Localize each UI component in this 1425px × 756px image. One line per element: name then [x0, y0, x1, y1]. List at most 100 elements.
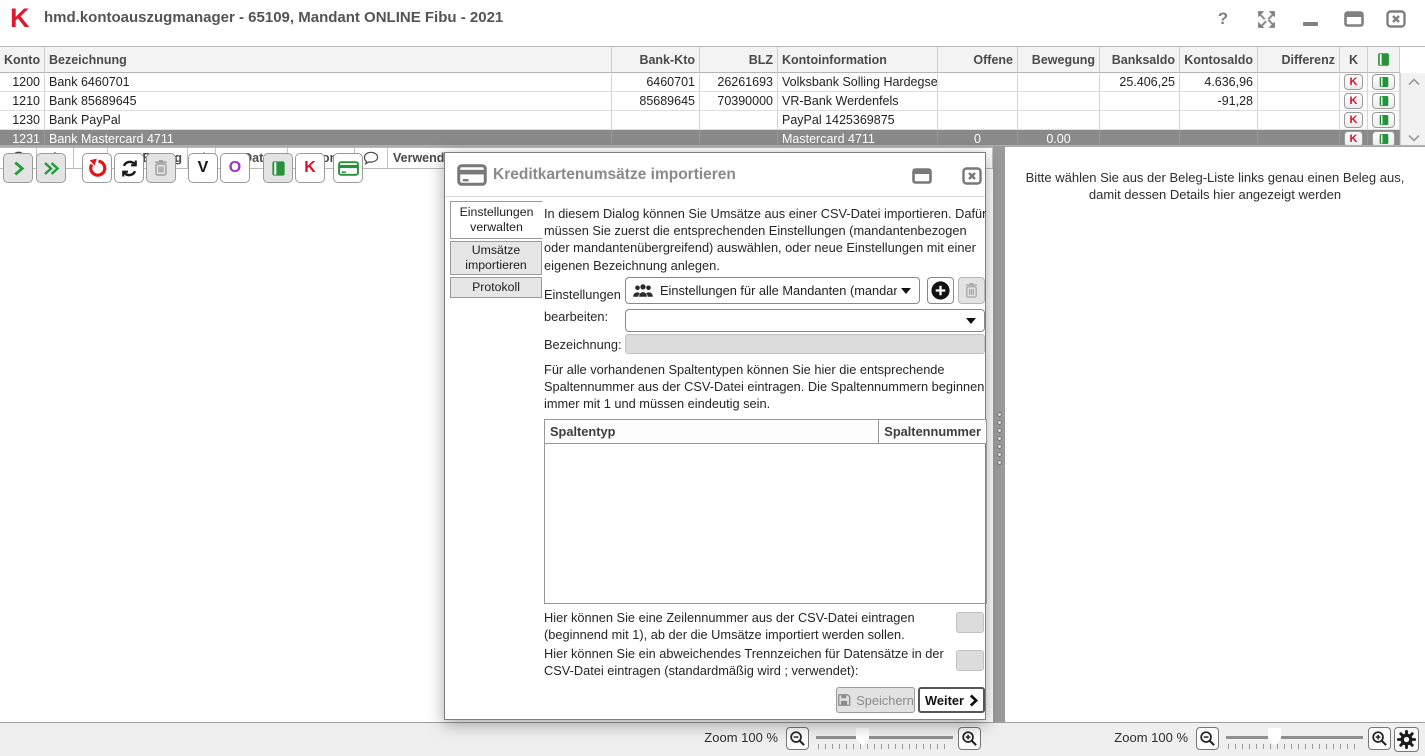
dialog-header: Kreditkartenumsätze importieren: [445, 153, 985, 197]
col-differenz: Differenz: [1258, 47, 1340, 73]
zoom-in-button-right[interactable]: [1368, 727, 1391, 750]
cell-offene: [938, 92, 1018, 111]
k-button[interactable]: K: [1344, 93, 1363, 109]
next-transaction-button[interactable]: [3, 153, 33, 183]
refresh-button[interactable]: [114, 153, 144, 183]
slider-ticks: [1228, 744, 1361, 749]
book-button[interactable]: [1372, 74, 1395, 90]
book-button[interactable]: [1372, 112, 1395, 128]
zoom-slider-right[interactable]: [1226, 727, 1363, 753]
k-button[interactable]: K: [1344, 74, 1363, 90]
trennzeichen-text: Hier können Sie ein abweichendes Trennze…: [544, 645, 946, 679]
fullscreen-icon: [1256, 9, 1277, 30]
zoom-label-left: Zoom 100 %: [690, 730, 778, 745]
col-k: K: [1340, 47, 1368, 73]
book-button[interactable]: [1372, 93, 1395, 109]
account-row[interactable]: 1200 Bank 6460701 6460701 26261693 Volks…: [0, 73, 1400, 92]
settings-gear-button[interactable]: [1394, 727, 1419, 752]
v-letter: V: [198, 159, 209, 177]
cell-blz: [700, 130, 778, 146]
book-icon: [1378, 133, 1390, 145]
account-row[interactable]: 1230 Bank PayPal PayPal 1425369875 K: [0, 111, 1400, 130]
k-letter: K: [304, 159, 316, 177]
cell-banksaldo: [1100, 111, 1180, 130]
close-button[interactable]: [1383, 7, 1409, 31]
col-blz: BLZ: [700, 47, 778, 73]
settings-selection-dropdown[interactable]: [625, 309, 985, 332]
k-button[interactable]: K: [1344, 131, 1363, 146]
o-filter-button[interactable]: O: [220, 153, 250, 183]
col-offene: Offene: [938, 47, 1018, 73]
chevron-up-icon: [1408, 78, 1420, 86]
accounts-scrollbar[interactable]: [1400, 73, 1425, 146]
status-bar: Zoom 100 % Zoom 100 %: [0, 722, 1425, 756]
zoom-out-button-left[interactable]: [786, 727, 809, 750]
help-button[interactable]: ?: [1210, 7, 1236, 31]
zoom-in-button-left[interactable]: [958, 727, 981, 750]
dialog-maximize-button[interactable]: [910, 166, 934, 186]
panel-splitter[interactable]: [993, 146, 1005, 722]
account-row-selected[interactable]: 1231 Bank Mastercard 4711 Mastercard 471…: [0, 130, 1400, 146]
scroll-up-button[interactable]: [1401, 73, 1425, 91]
cell-bank-kto: [612, 111, 700, 130]
next-button-label: Weiter: [925, 693, 964, 708]
undo-button[interactable]: [82, 153, 112, 183]
import-dialog: Kreditkartenumsätze importieren Einstell…: [444, 152, 986, 720]
dialog-close-button[interactable]: [960, 166, 984, 186]
zeilennummer-text: Hier können Sie eine Zeilennummer aus de…: [544, 609, 946, 643]
close-icon: [1386, 10, 1406, 28]
tab-umsaetze-importieren[interactable]: Umsätze importieren: [450, 241, 542, 275]
tab-protokoll[interactable]: Protokoll: [450, 277, 542, 298]
tab-einstellungen-verwalten[interactable]: Einstellungen verwalten: [450, 201, 543, 239]
dialog-title: Kreditkartenumsätze importieren: [493, 166, 736, 184]
fullscreen-button[interactable]: [1253, 7, 1279, 31]
splitter-grip: [997, 412, 1002, 465]
settings-dropdown[interactable]: Einstellungen für alle Mandanten (mandan…: [625, 277, 920, 304]
zoom-slider-left[interactable]: [816, 727, 953, 753]
maximize-icon: [912, 168, 932, 184]
credit-card-icon: [338, 161, 359, 176]
skip-forward-button[interactable]: [36, 153, 66, 183]
cell-offene: 0: [938, 130, 1018, 146]
spalten-table: Spaltentyp Spaltennummer: [544, 419, 987, 604]
bezeichnung-input[interactable]: [625, 334, 985, 354]
people-group-icon: [632, 284, 654, 298]
speech-bubble-icon: [363, 151, 379, 165]
cell-bewegung: [1018, 92, 1100, 111]
k-button[interactable]: K: [1344, 112, 1363, 128]
cell-kontoinformation: Volksbank Solling Hardegsen: [778, 73, 938, 92]
creditcard-import-button[interactable]: [333, 153, 363, 183]
cell-banksaldo: [1100, 130, 1180, 146]
cell-bank-kto: 85689645: [612, 92, 700, 111]
cell-kontoinformation: VR-Bank Werdenfels: [778, 92, 938, 111]
booking-button[interactable]: [263, 153, 293, 183]
k-module-button[interactable]: K: [295, 153, 325, 183]
close-icon: [962, 167, 982, 185]
account-row[interactable]: 1210 Bank 85689645 85689645 70390000 VR-…: [0, 92, 1400, 111]
book-icon: [1378, 76, 1390, 88]
magnifier-plus-icon: [1371, 730, 1388, 747]
bezeichnung-label: Bezeichnung:: [544, 337, 622, 352]
magnifier-plus-icon: [961, 730, 978, 747]
save-button[interactable]: Speichern: [836, 687, 915, 713]
zeilennummer-input[interactable]: [956, 612, 984, 633]
add-settings-button[interactable]: [927, 277, 954, 304]
minimize-button[interactable]: [1297, 7, 1323, 31]
trennzeichen-input[interactable]: [956, 650, 984, 671]
cell-bank-kto: 6460701: [612, 73, 700, 92]
maximize-button[interactable]: [1341, 7, 1367, 31]
delete-settings-button[interactable]: [958, 277, 985, 304]
book-icon: [1378, 114, 1390, 126]
next-button[interactable]: Weiter: [918, 687, 985, 713]
slider-track: [1226, 736, 1363, 739]
col-banksaldo: Banksaldo: [1100, 47, 1180, 73]
scroll-down-button[interactable]: [1401, 129, 1425, 146]
book-button[interactable]: [1372, 131, 1395, 146]
delete-button[interactable]: [146, 153, 176, 183]
v-filter-button[interactable]: V: [188, 153, 218, 183]
col-bank-kto: Bank-Kto: [612, 47, 700, 73]
magnifier-minus-icon: [1199, 730, 1216, 747]
o-letter: O: [229, 159, 241, 177]
zoom-out-button-right[interactable]: [1196, 727, 1219, 750]
cell-bank-kto: [612, 130, 700, 146]
